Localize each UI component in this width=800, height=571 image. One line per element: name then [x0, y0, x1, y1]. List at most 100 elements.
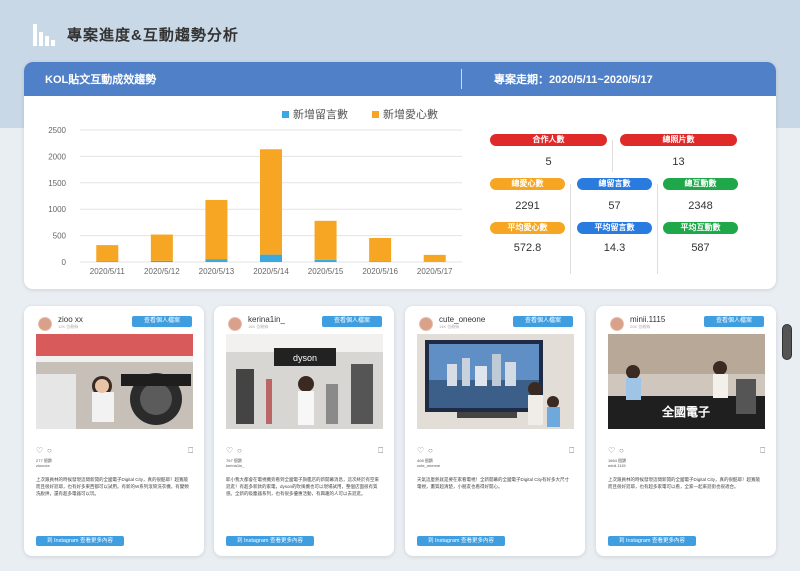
username[interactable]: zioo xx — [58, 315, 83, 324]
avatar[interactable] — [610, 317, 624, 331]
follower-count: 12K 位粉絲 — [58, 324, 79, 329]
post-photo[interactable]: dyson — [226, 334, 383, 429]
avatar[interactable] — [38, 317, 52, 331]
kol-card: kerina1in_ 16K 位粉絲 查看個人檔案 dyson ♡ ○ ⎕ 76… — [214, 306, 394, 556]
instagram-more-button[interactable]: 到 Instagram 查看更多內容 — [417, 536, 505, 546]
follower-count: 14K 位粉絲 — [439, 324, 460, 329]
username[interactable]: kerina1in_ — [248, 315, 285, 324]
post-photo[interactable] — [36, 334, 193, 429]
comment-icon[interactable]: ○ — [47, 446, 52, 455]
interactions-value: 2348 — [688, 200, 713, 212]
comments-label: 總留言數 — [577, 178, 652, 190]
kol-card: cute_oneone 14K 位粉絲 查看個人檔案 ♡ ○ ⎕ 408 個讚 … — [405, 306, 585, 556]
kol-card: minii.1115 20K 位粉絲 查看個人檔案 全國電子 ♡ ○ ⎕ 166… — [596, 306, 776, 556]
avg-hearts-value: 572.8 — [513, 242, 542, 254]
comment-icon[interactable]: ○ — [237, 446, 242, 455]
bar — [260, 254, 282, 262]
post-actions: ♡ ○ ⎕ — [417, 446, 574, 456]
avg-comments-label: 平均留言數 — [577, 222, 652, 234]
legend-swatch — [372, 111, 379, 118]
post-caption: 耶小我大都會在電視機旁看到全國電子旗艦店的新開幕消息，這次終於有空來逛逛！有超多… — [226, 477, 379, 496]
comment-icon[interactable]: ○ — [619, 446, 624, 455]
instagram-more-button[interactable]: 到 Instagram 查看更多內容 — [226, 536, 314, 546]
photos-label: 總照片數 — [620, 134, 737, 146]
x-tick-label: 2020/5/15 — [308, 267, 344, 276]
hearts-label: 總愛心數 — [490, 178, 565, 190]
heart-icon[interactable]: ♡ — [417, 446, 424, 455]
post-actions: ♡ ○ ⎕ — [36, 446, 193, 456]
view-profile-button[interactable]: 查看個人檔案 — [704, 316, 764, 327]
post-photo[interactable] — [417, 334, 574, 429]
project-period: 專案走期：2020/5/11~2020/5/17 — [494, 74, 653, 86]
photos-value: 13 — [672, 156, 685, 168]
interactions-label: 總互動數 — [663, 178, 738, 190]
caption-username: minii.1115 — [608, 463, 626, 468]
bookmark-icon[interactable]: ⎕ — [378, 446, 383, 456]
x-tick-label: 2020/5/11 — [90, 267, 126, 276]
avatar[interactable] — [419, 317, 433, 331]
heart-icon[interactable]: ♡ — [36, 446, 43, 455]
bar — [96, 261, 119, 262]
y-tick-label: 1000 — [48, 205, 66, 214]
caption-username: cute_oneone — [417, 463, 441, 468]
avg-interactions-value: 587 — [691, 242, 710, 254]
bar — [150, 260, 173, 262]
kol-cards: zioo xx 12K 位粉絲 查看個人檔案 ♡ ○ ⎕ 277 個讚 zioo… — [24, 306, 776, 556]
username[interactable]: cute_oneone — [439, 315, 485, 324]
x-tick-label: 2020/5/17 — [417, 267, 453, 276]
bar — [96, 245, 119, 262]
svg-text:全國電子: 全國電子 — [661, 404, 710, 419]
y-tick-label: 500 — [53, 232, 67, 241]
view-profile-button[interactable]: 查看個人檔案 — [513, 316, 573, 327]
comments-value: 57 — [608, 200, 621, 212]
svg-text:dyson: dyson — [293, 353, 317, 363]
heart-icon[interactable]: ♡ — [226, 446, 233, 455]
caption-username: zioooxx — [36, 463, 50, 468]
legend-label: 新增留言數 — [293, 107, 348, 121]
page-header: 專案進度&互動趨勢分析 — [33, 22, 239, 46]
y-tick-label: 1500 — [48, 179, 66, 188]
follower-count: 16K 位粉絲 — [248, 324, 269, 329]
instagram-more-button[interactable]: 到 Instagram 查看更多內容 — [36, 536, 124, 546]
partners-label: 合作人數 — [490, 134, 607, 146]
y-tick-label: 0 — [62, 258, 67, 267]
y-tick-label: 2500 — [48, 126, 66, 135]
view-profile-button[interactable]: 查看個人檔案 — [132, 316, 192, 327]
caption-username: kerina1in_ — [226, 463, 245, 468]
avg-comments-value: 14.3 — [603, 242, 626, 254]
panel-header: KOL貼文互動成效趨勢 專案走期：2020/5/11~2020/5/17 — [24, 62, 776, 96]
hearts-value: 2291 — [515, 200, 540, 212]
partners-value: 5 — [545, 156, 552, 168]
avg-hearts-label: 平均愛心數 — [490, 222, 565, 234]
follower-count: 20K 位粉絲 — [630, 324, 651, 329]
bar — [150, 234, 173, 261]
legend-swatch — [282, 111, 289, 118]
divider — [612, 140, 613, 172]
bookmark-icon[interactable]: ⎕ — [188, 446, 193, 456]
view-profile-button[interactable]: 查看個人檔案 — [322, 316, 382, 327]
trend-panel: KOL貼文互動成效趨勢 專案走期：2020/5/11~2020/5/17 0 50… — [24, 62, 776, 289]
post-photo[interactable]: 全國電子 — [608, 334, 765, 429]
scrollbar-thumb[interactable] — [782, 324, 792, 360]
avatar[interactable] — [228, 317, 242, 331]
bar — [423, 254, 446, 262]
username[interactable]: minii.1115 — [630, 315, 665, 324]
post-caption: 天氣這麼熱就是要在家看電視！全新開幕的全國電子Digital City有好多大尺… — [417, 477, 570, 489]
bar — [260, 149, 282, 255]
post-caption: 上次跟員林的時候發現這間新開的全國電子Digital City，真的很酷耶！超寬… — [36, 477, 189, 496]
bookmark-icon[interactable]: ⎕ — [760, 446, 765, 456]
bar-chart-icon — [33, 22, 55, 46]
comment-icon[interactable]: ○ — [428, 446, 433, 455]
x-tick-label: 2020/5/14 — [253, 267, 289, 276]
bookmark-icon[interactable]: ⎕ — [569, 446, 574, 456]
x-tick-label: 2020/5/12 — [144, 267, 180, 276]
x-tick-label: 2020/5/13 — [199, 267, 235, 276]
bar — [205, 199, 228, 260]
divider — [657, 184, 658, 274]
instagram-more-button[interactable]: 到 Instagram 查看更多內容 — [608, 536, 696, 546]
avg-interactions-label: 平均互動數 — [663, 222, 738, 234]
trend-chart: 0 500 1000 1500 2000 2500 2020/5/11 2020/5/12 20… — [48, 107, 462, 276]
heart-icon[interactable]: ♡ — [608, 446, 615, 455]
post-caption: 上次跟員林的時候發現這間新開的全國電子Digital City，真的很酷耶！超寬… — [608, 477, 761, 489]
x-tick-label: 2020/5/16 — [362, 267, 398, 276]
